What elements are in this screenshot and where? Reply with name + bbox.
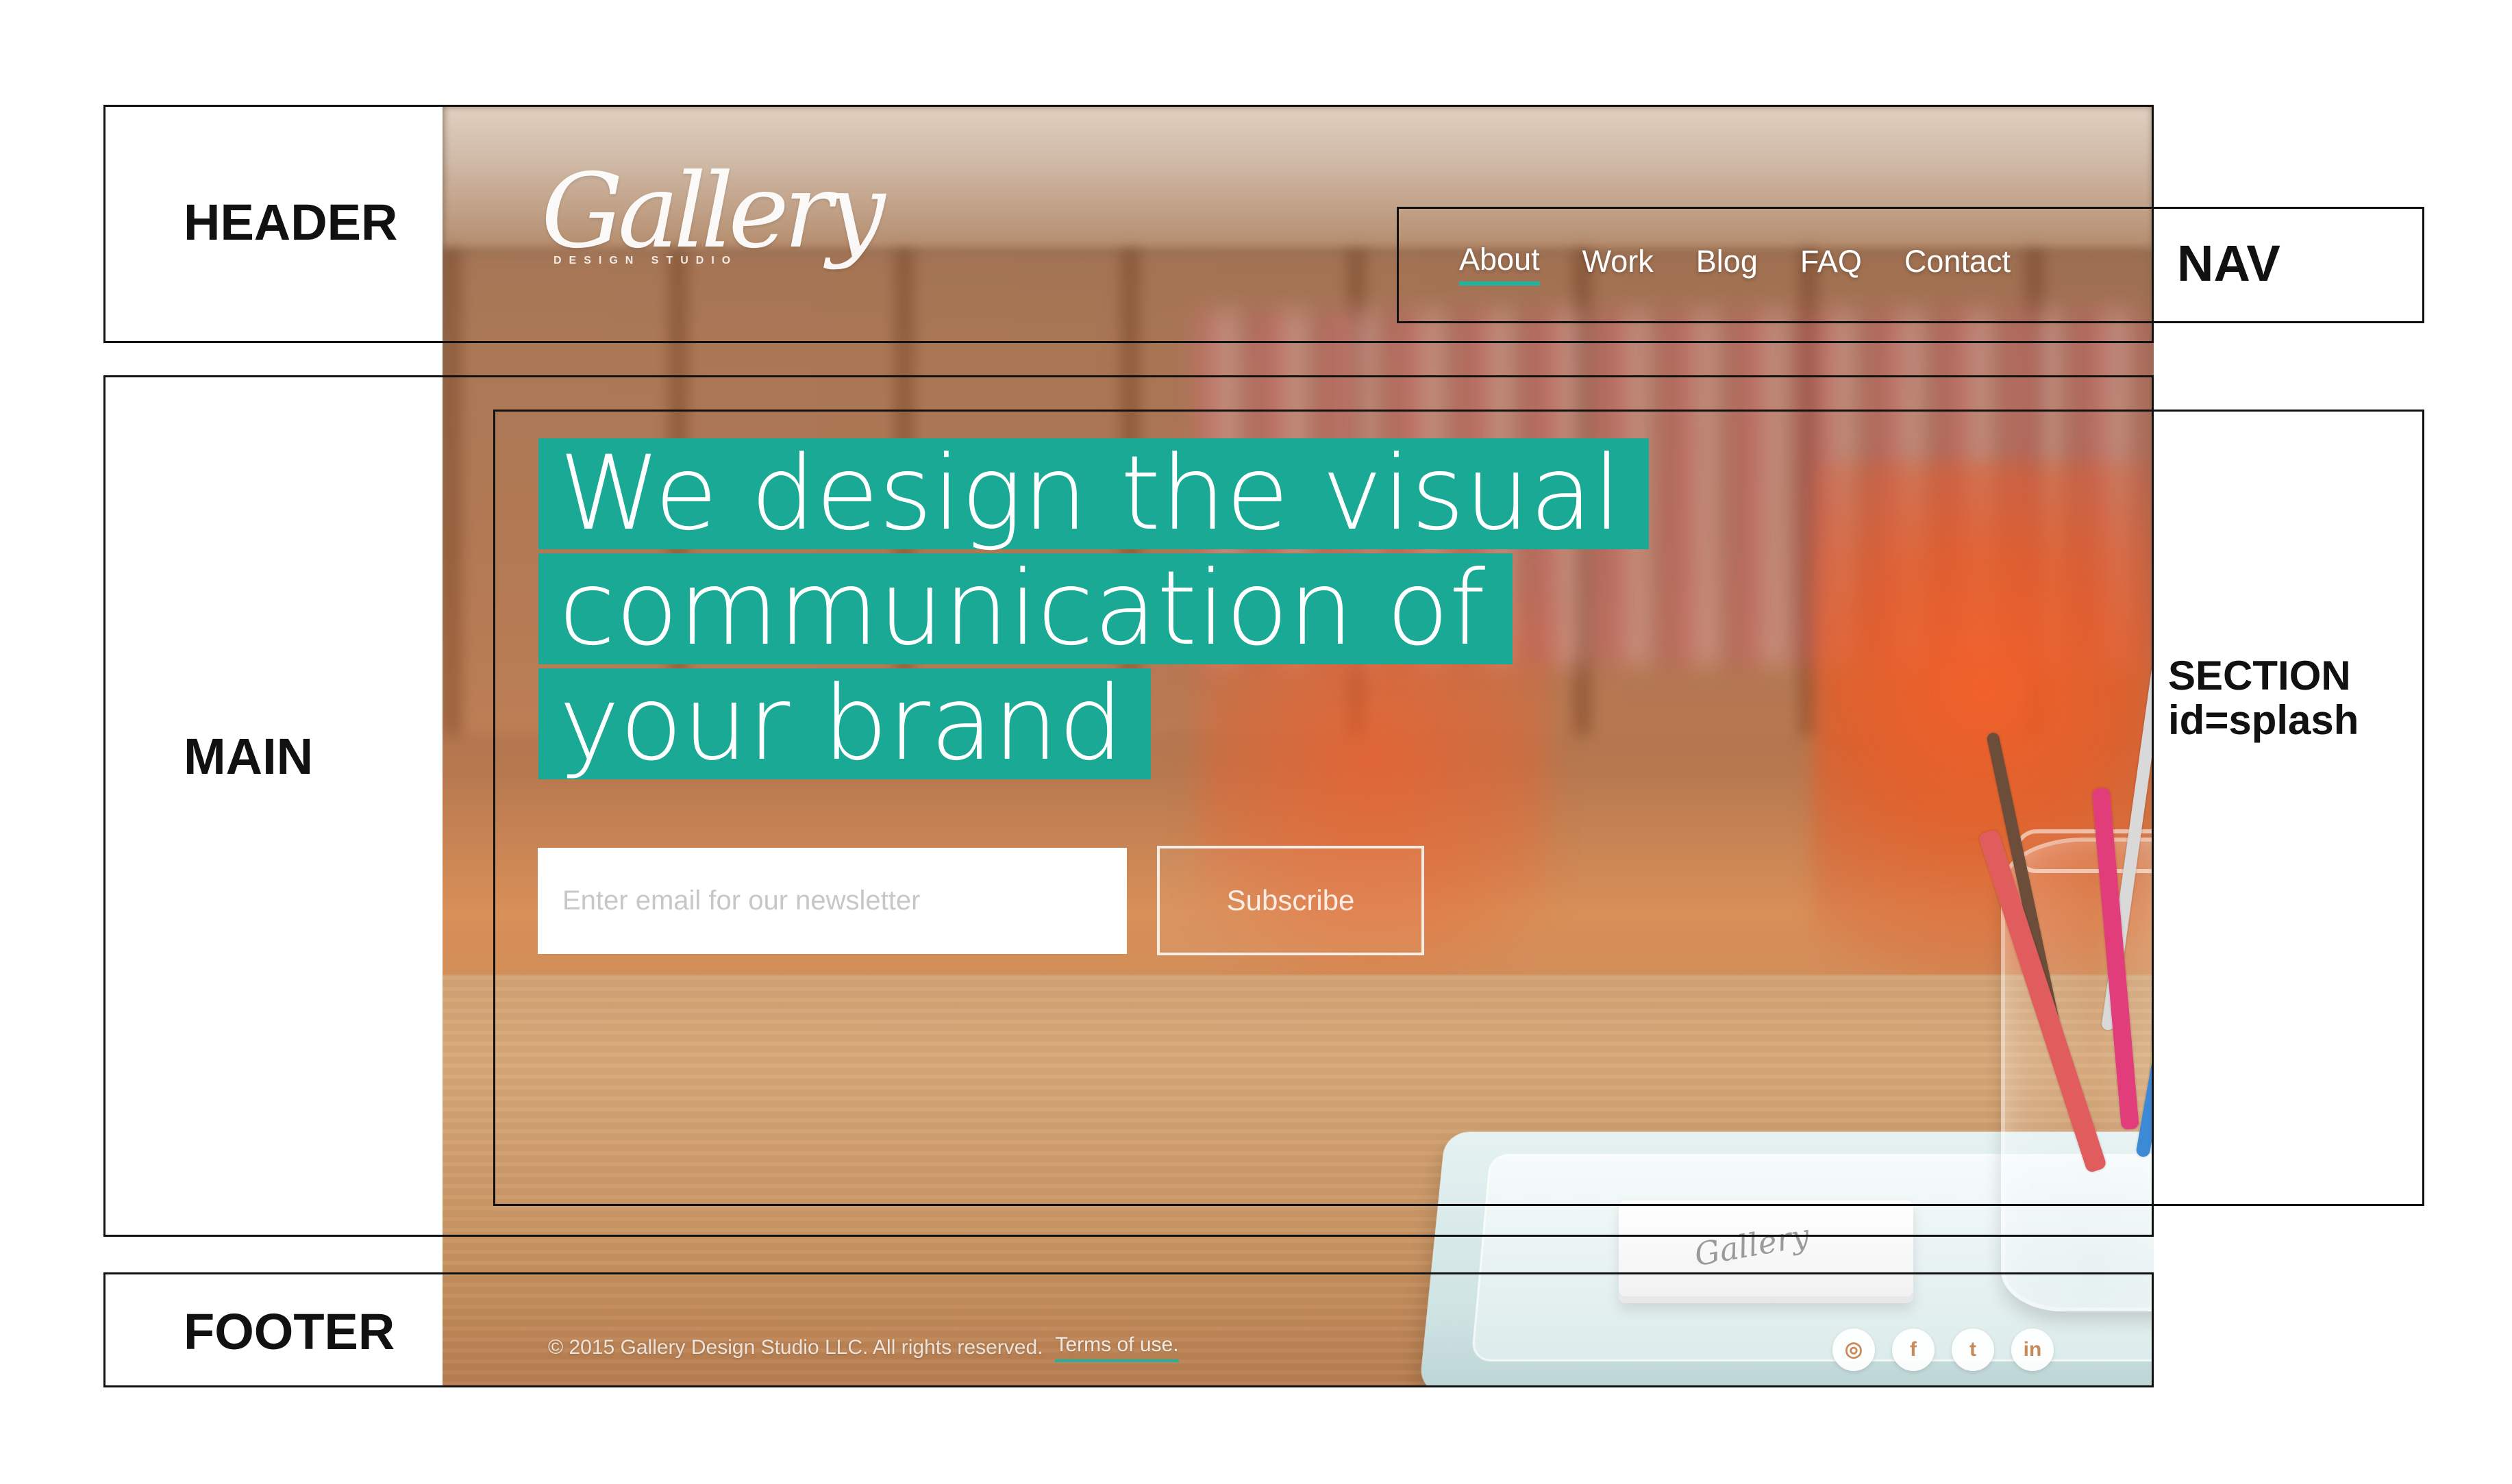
header-label: HEADER [184, 194, 398, 251]
nav-label: NAV [2177, 235, 2280, 292]
footer-label: FOOTER [184, 1303, 395, 1360]
section-frame [493, 410, 2424, 1206]
wireframe-annotation: Gallery Gallery DESIGN STUDIO About Work… [0, 0, 2512, 1484]
section-label: SECTION id=splash [2168, 653, 2359, 743]
main-label: MAIN [184, 728, 314, 785]
footer-frame [103, 1272, 2154, 1387]
